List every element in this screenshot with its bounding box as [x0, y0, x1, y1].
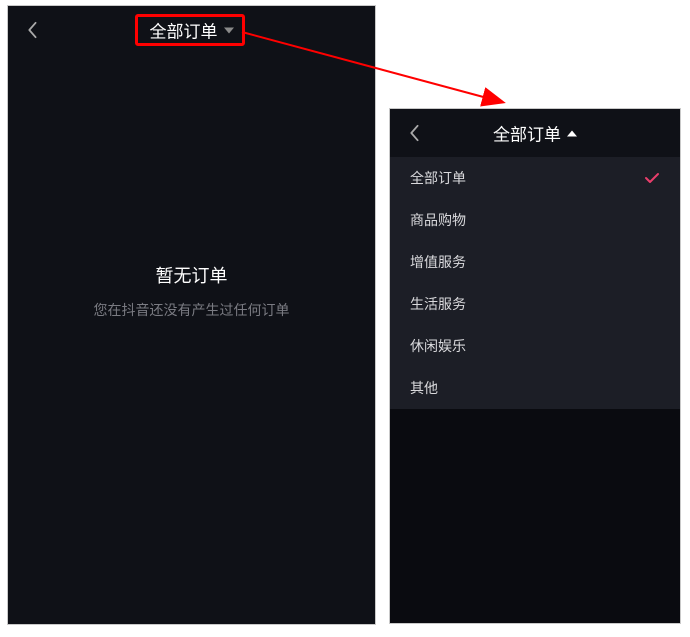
check-icon — [644, 172, 660, 184]
screen-orders-dropdown: 全部订单 全部订单商品购物增值服务生活服务休闲娱乐其他 — [389, 108, 681, 624]
header: 全部订单 — [390, 109, 680, 157]
chevron-down-icon — [224, 27, 234, 33]
dropdown-item-label: 增值服务 — [410, 252, 466, 272]
back-button[interactable] — [22, 20, 42, 40]
back-button[interactable] — [404, 123, 424, 143]
dropdown-item[interactable]: 其他 — [390, 367, 680, 409]
empty-state: 暂无订单 您在抖音还没有产生过任何订单 — [8, 262, 375, 320]
dropdown-item-label: 生活服务 — [410, 294, 466, 314]
dropdown-item-label: 休闲娱乐 — [410, 336, 466, 356]
dropdown-item[interactable]: 全部订单 — [390, 157, 680, 199]
title-dropdown-trigger[interactable]: 全部订单 — [493, 121, 577, 146]
dropdown-item[interactable]: 商品购物 — [390, 199, 680, 241]
empty-subtitle: 您在抖音还没有产生过任何订单 — [94, 300, 290, 320]
dropdown-item-label: 其他 — [410, 378, 438, 398]
page-title: 全部订单 — [493, 121, 561, 146]
dropdown-item[interactable]: 增值服务 — [390, 241, 680, 283]
header: 全部订单 — [8, 6, 375, 54]
screen-background — [390, 409, 680, 623]
screen-orders-empty: 全部订单 暂无订单 您在抖音还没有产生过任何订单 — [7, 5, 376, 625]
empty-title: 暂无订单 — [156, 262, 228, 288]
chevron-up-icon — [567, 130, 577, 136]
dropdown-item[interactable]: 生活服务 — [390, 283, 680, 325]
page-title: 全部订单 — [150, 18, 218, 43]
chevron-left-icon — [26, 21, 38, 39]
dropdown-item-label: 商品购物 — [410, 210, 466, 230]
chevron-left-icon — [408, 124, 420, 142]
title-dropdown-trigger[interactable]: 全部订单 — [150, 18, 234, 43]
dropdown-item-label: 全部订单 — [410, 168, 466, 188]
dropdown-item[interactable]: 休闲娱乐 — [390, 325, 680, 367]
dropdown-list: 全部订单商品购物增值服务生活服务休闲娱乐其他 — [390, 157, 680, 409]
